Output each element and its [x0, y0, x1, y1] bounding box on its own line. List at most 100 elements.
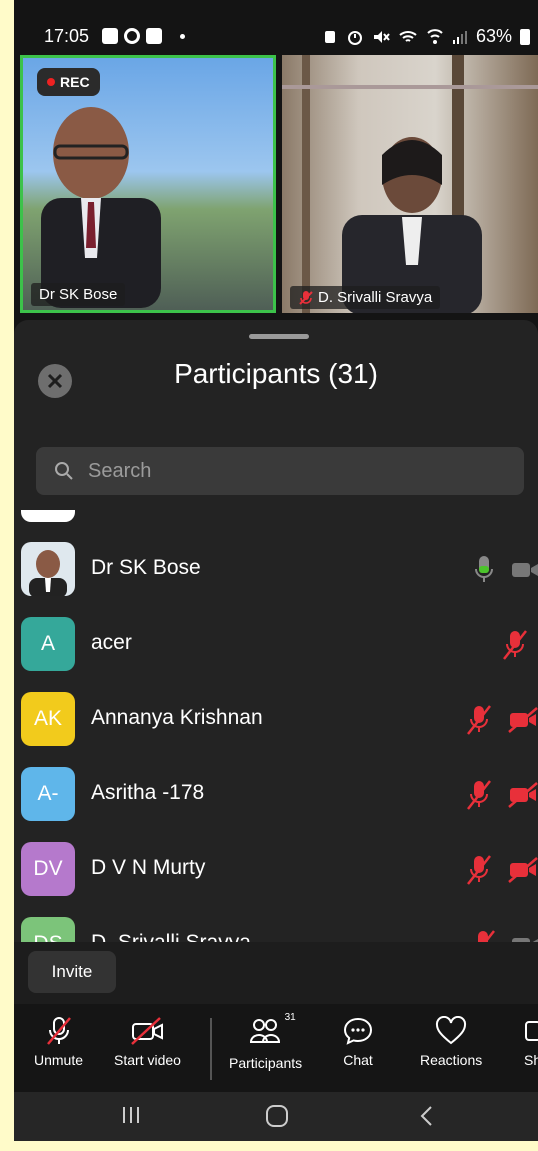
wifi-call-icon — [427, 28, 443, 44]
avatar: A- — [21, 767, 75, 821]
video-off-icon — [508, 857, 538, 883]
participant-status-icons — [466, 854, 538, 886]
avatar: AK — [21, 692, 75, 746]
alarm-icon — [324, 30, 335, 43]
list-item-partial — [21, 510, 75, 522]
video-tile-active-speaker[interactable]: REC Dr SK Bose — [20, 55, 276, 313]
panel-title: Participants (31) — [174, 358, 378, 389]
notification-icons — [102, 28, 185, 44]
reactions-label: Reactions — [420, 1052, 483, 1068]
avatar-photo — [29, 550, 67, 596]
video-name-text: D. Srivalli Sravya — [318, 289, 433, 306]
status-bar: 17:05 63% — [14, 22, 538, 52]
mic-muted-icon — [467, 705, 491, 735]
check-notification-icon — [146, 28, 162, 44]
video-name-text: Dr SK Bose — [39, 286, 118, 303]
participant-name: acer — [91, 631, 132, 654]
search-icon — [55, 462, 73, 480]
avatar: DV — [21, 842, 75, 896]
invite-button[interactable]: Invite — [28, 951, 116, 993]
recording-badge: REC — [37, 68, 100, 96]
participant-row[interactable]: A acer — [14, 607, 538, 682]
search-bar[interactable] — [36, 447, 524, 495]
participant-name: D V N Murty — [91, 856, 206, 879]
record-dot-icon — [47, 78, 55, 86]
video-name-label: Dr SK Bose — [31, 283, 126, 306]
mic-muted-icon — [299, 290, 313, 305]
chat-button[interactable]: Chat — [342, 1016, 374, 1068]
participant-row[interactable]: DV D V N Murty — [14, 832, 538, 907]
participant-name: Dr SK Bose — [91, 556, 201, 579]
status-time: 17:05 — [44, 26, 90, 46]
unmute-label: Unmute — [34, 1052, 84, 1068]
system-nav-bar — [14, 1092, 538, 1141]
participant-name: D. Srivalli Sravya — [91, 931, 251, 942]
share-button[interactable]: Sh — [524, 1016, 538, 1068]
close-icon — [47, 373, 63, 389]
phone-screen: 17:05 63% REC Dr SK Bose D. Srivalli Sra… — [14, 0, 538, 1141]
participants-button[interactable]: 31 Participants — [229, 1012, 303, 1071]
mic-active-icon — [475, 556, 493, 582]
chat-label: Chat — [343, 1052, 373, 1068]
participant-status-icons — [472, 554, 538, 586]
participant-status-icons — [466, 779, 538, 811]
mute-icon — [373, 30, 390, 43]
avatar — [21, 542, 75, 596]
participant-status-icons — [470, 929, 538, 942]
record-notification-icon — [124, 28, 140, 44]
video-tile-participant[interactable]: D. Srivalli Sravya — [282, 55, 538, 313]
invite-bar: Invite — [14, 942, 538, 1004]
video-off-icon — [131, 1017, 164, 1045]
participant-silhouette — [342, 137, 482, 313]
recent-apps-icon[interactable] — [120, 1104, 142, 1126]
participant-row[interactable]: Dr SK Bose — [14, 532, 538, 607]
avatar: A — [21, 617, 75, 671]
chat-icon — [343, 1017, 373, 1045]
participant-status-icons — [502, 629, 528, 661]
battery-icon — [520, 28, 530, 45]
mic-muted-icon — [46, 1017, 71, 1045]
participants-list[interactable]: Dr SK Bose A acer AK Annanya Krishnan A-… — [14, 510, 538, 942]
participant-name: Asritha -178 — [91, 781, 205, 804]
mic-muted-icon — [503, 630, 527, 660]
drag-handle[interactable] — [249, 334, 309, 339]
mic-muted-icon — [467, 780, 491, 810]
share-icon — [525, 1021, 538, 1041]
participant-row[interactable]: DS D. Srivalli Sravya — [14, 907, 538, 942]
alarm-clock-icon — [347, 30, 362, 45]
toolbar-divider — [210, 1018, 212, 1080]
video-on-icon — [512, 563, 538, 577]
video-off-icon — [508, 782, 538, 808]
participant-row[interactable]: AK Annanya Krishnan — [14, 682, 538, 757]
more-notifications-dot-icon — [180, 33, 185, 39]
speaker-silhouette — [41, 107, 161, 308]
participant-name: Annanya Krishnan — [91, 706, 263, 729]
home-icon[interactable] — [264, 1104, 290, 1128]
mic-muted-icon — [467, 855, 491, 885]
participant-status-icons — [466, 704, 538, 736]
start-video-label: Start video — [114, 1052, 181, 1068]
participants-label: Participants — [229, 1055, 303, 1071]
gallery-notification-icon — [102, 28, 118, 44]
participant-row[interactable]: A- Asritha -178 — [14, 757, 538, 832]
video-on-icon — [512, 938, 538, 942]
heart-icon — [436, 1016, 467, 1045]
participants-panel: Participants (31) Dr SK Bose — [14, 320, 538, 1010]
video-name-label: D. Srivalli Sravya — [290, 286, 441, 309]
rec-label: REC — [60, 74, 90, 90]
avatar: DS — [21, 917, 75, 942]
signal-icon — [452, 30, 467, 44]
search-input[interactable] — [86, 458, 490, 484]
close-panel-button[interactable] — [38, 364, 72, 398]
system-icons: 63% — [322, 26, 530, 47]
video-off-icon — [508, 707, 538, 733]
mic-muted-icon — [478, 930, 495, 942]
reactions-button[interactable]: Reactions — [420, 1016, 482, 1068]
share-label: Sh — [524, 1052, 538, 1068]
back-icon[interactable] — [418, 1104, 436, 1128]
start-video-button[interactable]: Start video — [114, 1016, 181, 1068]
participants-icon — [249, 1019, 280, 1043]
unmute-button[interactable]: Unmute — [34, 1016, 83, 1068]
meeting-toolbar: Unmute Start video 31 Participants Chat … — [14, 1004, 538, 1092]
wifi-icon — [399, 30, 417, 42]
